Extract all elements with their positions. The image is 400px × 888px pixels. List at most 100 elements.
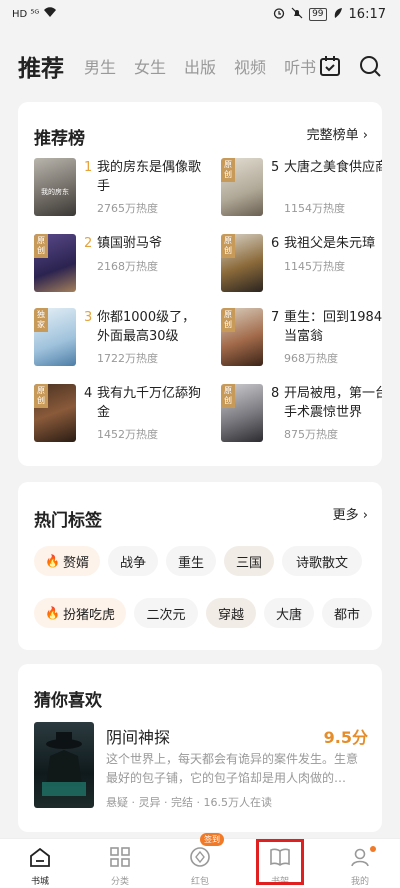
guess-book-score: 9.5分 — [323, 728, 368, 747]
nav-bookstore[interactable]: 书城 — [0, 839, 80, 888]
rank-heat: 1145万热度 — [284, 260, 345, 273]
network-indicator: HD ⁵ᴳ — [12, 8, 40, 20]
tag-chip[interactable]: 穿越 — [206, 598, 256, 628]
rank-number: 1 — [84, 160, 93, 175]
tag-chip[interactable]: 🔥 扮猪吃虎 — [34, 598, 126, 628]
rank-number: 2 — [84, 236, 93, 251]
calendar-checkin-icon[interactable] — [318, 54, 342, 78]
cover-tag: 原创 — [221, 158, 235, 182]
tag-chip[interactable]: 三国 — [224, 546, 274, 576]
status-bar: HD ⁵ᴳ 99 16:17 — [0, 0, 400, 28]
tag-chip[interactable]: 🔥 赘婿 — [34, 546, 100, 576]
home-icon — [29, 846, 51, 872]
user-icon — [349, 846, 371, 872]
rank-item-6[interactable]: 原创 6 我祖父是朱元璋 1145万热度 — [221, 234, 382, 294]
rank-book-title: 我祖父是朱元璋 — [284, 236, 376, 251]
rank-item-3[interactable]: 独家 3 你都1000级了，外面最高30级 1722万热度 — [34, 308, 204, 368]
rank-number: 3 — [84, 310, 93, 325]
ranking-card: 推荐榜 完整榜单 › 我的房东 1 我的房东是偶像歌手 2765万热度 原创 2… — [18, 102, 382, 466]
tag-chip[interactable]: 二次元 — [134, 598, 198, 628]
guess-book-meta: 悬疑 · 灵异 · 完结 · 16.5万人在读 — [106, 796, 272, 809]
tab-male[interactable]: 男生 — [84, 54, 116, 78]
book-cover: 原创 — [34, 234, 76, 292]
cover-tag: 原创 — [34, 384, 48, 408]
nav-label: 分类 — [110, 877, 129, 887]
checkin-badge: 签到 — [200, 833, 224, 846]
rank-heat: 1154万热度 — [284, 202, 345, 215]
flame-icon: 🔥 — [45, 554, 60, 568]
rank-item-8[interactable]: 原创 8 开局被甩，第一台手术震惊世界 875万热度 — [221, 384, 382, 444]
tab-audiobook[interactable]: 听书 — [284, 54, 316, 78]
book-cover: 原创 — [221, 234, 263, 292]
rank-item-7[interactable]: 原创 7 重生：回到1984当富翁 968万热度 — [221, 308, 382, 368]
status-right: 99 16:17 — [273, 7, 386, 22]
tag-chip[interactable]: 大唐 — [264, 598, 314, 628]
grid-icon — [109, 846, 131, 872]
guess-title: 猜你喜欢 — [34, 691, 102, 711]
tag-chip[interactable]: 诗歌散文 — [282, 546, 362, 576]
rank-item-1[interactable]: 我的房东 1 我的房东是偶像歌手 2765万热度 — [34, 158, 204, 218]
rank-heat: 1722万热度 — [97, 352, 158, 365]
rank-item-5[interactable]: 原创 5 大唐之美食供应商 1154万热度 — [221, 158, 382, 218]
guess-you-like-card: 猜你喜欢 阴间神探 9.5分 这个世界上，每天都会有诡异的案件发生。生意最好的包… — [18, 664, 382, 832]
rank-heat: 1452万热度 — [97, 428, 158, 441]
more-tags-link[interactable]: 更多 › — [333, 504, 368, 523]
charging-icon — [333, 7, 343, 22]
rank-heat: 968万热度 — [284, 352, 338, 365]
rank-heat: 875万热度 — [284, 428, 338, 441]
rank-book-title: 我有九千万亿舔狗金 — [97, 386, 202, 420]
rank-book-title: 你都1000级了，外面最高30级 — [97, 310, 196, 344]
book-cover: 我的房东 — [34, 158, 76, 216]
rank-book-title: 大唐之美食供应商 — [284, 160, 382, 175]
search-icon[interactable] — [358, 54, 382, 78]
status-left: HD ⁵ᴳ — [12, 7, 57, 21]
wifi-icon — [43, 7, 57, 21]
full-ranking-link[interactable]: 完整榜单 › — [307, 124, 368, 143]
rank-number: 8 — [271, 386, 280, 401]
nav-label: 红包 — [190, 877, 209, 887]
notification-dot — [370, 846, 376, 852]
cover-tag: 独家 — [34, 308, 48, 332]
guess-book-description: 这个世界上，每天都会有诡异的案件发生。生意最好的包子铺，它的包子馅却是用人肉做的… — [106, 752, 359, 785]
flame-icon: 🔥 — [45, 606, 60, 620]
nav-profile[interactable]: 我的 — [320, 839, 400, 888]
hot-tags-card: 热门标签 更多 › 🔥 赘婿 战争 重生 三国 诗歌散文 🔥 扮猪吃虎 二次元 穿越… — [18, 482, 382, 650]
guess-book-title[interactable]: 阴间神探 — [106, 724, 170, 748]
book-cover: 原创 — [221, 158, 263, 216]
bookshelf-highlight-box — [256, 839, 304, 885]
rank-item-4[interactable]: 原创 4 我有九千万亿舔狗金 1452万热度 — [34, 384, 204, 444]
book-cover[interactable] — [34, 722, 94, 808]
tag-chip[interactable]: 战争 — [108, 546, 158, 576]
rank-heat: 2168万热度 — [97, 260, 158, 273]
nav-category[interactable]: 分类 — [80, 839, 160, 888]
battery-icon: 99 — [309, 7, 327, 21]
mute-icon — [291, 7, 303, 22]
cover-tag: 原创 — [221, 308, 235, 332]
tab-recommend[interactable]: 推荐 — [18, 49, 64, 83]
hot-tags-title: 热门标签 — [34, 511, 102, 531]
tab-strip: 男生 女生 出版 视频 听书 — [84, 54, 320, 78]
rank-book-title: 镇国驸马爷 — [97, 236, 163, 251]
rank-book-title: 开局被甩，第一台手术震惊世界 — [284, 386, 382, 420]
rank-heat: 2765万热度 — [97, 202, 158, 215]
tab-publish[interactable]: 出版 — [184, 54, 216, 78]
rank-book-title: 我的房东是偶像歌手 — [97, 160, 202, 194]
book-cover: 原创 — [221, 384, 263, 442]
tab-video[interactable]: 视频 — [234, 54, 266, 78]
tag-chip[interactable]: 重生 — [166, 546, 216, 576]
book-cover: 独家 — [34, 308, 76, 366]
cover-tag: 原创 — [34, 234, 48, 258]
rank-number: 4 — [84, 386, 93, 401]
rank-book-title: 重生：回到1984当富翁 — [284, 310, 382, 344]
cover-tag: 原创 — [221, 384, 235, 408]
nav-label: 书城 — [30, 877, 49, 887]
tag-chip[interactable]: 都市 — [322, 598, 372, 628]
clock: 16:17 — [348, 6, 386, 22]
book-cover: 原创 — [34, 384, 76, 442]
nav-red-packet[interactable]: 签到 红包 — [160, 833, 240, 888]
book-cover: 原创 — [221, 308, 263, 366]
rank-item-2[interactable]: 原创 2 镇国驸马爷 2168万热度 — [34, 234, 204, 294]
alarm-icon — [273, 7, 285, 22]
tab-female[interactable]: 女生 — [134, 54, 166, 78]
rank-number: 7 — [271, 310, 280, 325]
